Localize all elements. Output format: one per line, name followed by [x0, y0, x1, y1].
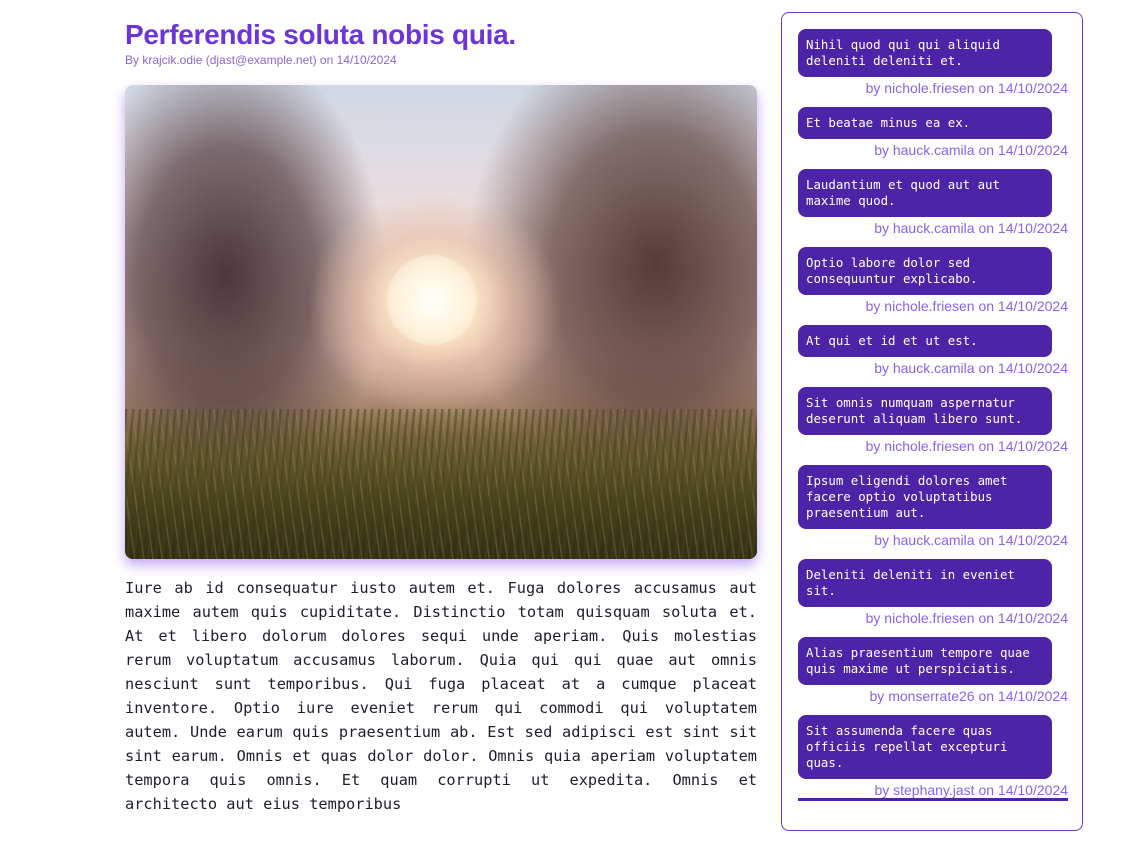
comment-item: Sit assumenda facere quas officiis repel…	[798, 715, 1068, 801]
comment-bubble: Ipsum eligendi dolores amet facere optio…	[798, 465, 1052, 529]
comments-list: Nihil quod qui qui aliquid deleniti dele…	[798, 29, 1068, 812]
comment-item: At qui et id et ut est. by hauck.camila …	[798, 325, 1068, 376]
comment-bubble: Sit omnis numquam aspernatur deserunt al…	[798, 387, 1052, 435]
post-body: Iure ab id consequatur iusto autem et. F…	[125, 579, 757, 813]
comment-meta: by hauck.camila on 14/10/2024	[874, 532, 1068, 548]
comment-bubble: Nihil quod qui qui aliquid deleniti dele…	[798, 29, 1052, 77]
comment-bubble: Deleniti deleniti in eveniet sit.	[798, 559, 1052, 607]
comment-bubble: Alias praesentium tempore quae quis maxi…	[798, 637, 1052, 685]
comment-meta: by nichole.friesen on 14/10/2024	[865, 610, 1068, 626]
comment-item: Deleniti deleniti in eveniet sit. by nic…	[798, 559, 1068, 626]
comment-meta: by stephany.jast on 14/10/2024	[798, 782, 1068, 801]
comment-item: Sit omnis numquam aspernatur deserunt al…	[798, 387, 1068, 454]
comment-item: Et beatae minus ea ex. by hauck.camila o…	[798, 107, 1068, 158]
comment-meta: by nichole.friesen on 14/10/2024	[865, 298, 1068, 314]
comment-bubble: Laudantium et quod aut aut maxime quod.	[798, 169, 1052, 217]
comment-meta: by hauck.camila on 14/10/2024	[874, 220, 1068, 236]
comment-meta: by hauck.camila on 14/10/2024	[874, 142, 1068, 158]
comment-bubble: Optio labore dolor sed consequuntur expl…	[798, 247, 1052, 295]
post-title: Perferendis soluta nobis quia.	[125, 19, 516, 50]
grass-foreground	[125, 409, 757, 559]
comments-sidebar[interactable]: Nihil quod qui qui aliquid deleniti dele…	[781, 12, 1083, 831]
comment-meta: by nichole.friesen on 14/10/2024	[865, 438, 1068, 454]
comment-item: Ipsum eligendi dolores amet facere optio…	[798, 465, 1068, 548]
comment-bubble: Sit assumenda facere quas officiis repel…	[798, 715, 1052, 779]
comment-meta: by monserrate26 on 14/10/2024	[869, 688, 1068, 704]
comment-item: Alias praesentium tempore quae quis maxi…	[798, 637, 1068, 704]
comment-bubble: At qui et id et ut est.	[798, 325, 1052, 357]
comment-meta: by hauck.camila on 14/10/2024	[874, 360, 1068, 376]
comment-meta: by nichole.friesen on 14/10/2024	[865, 80, 1068, 96]
comment-bubble: Et beatae minus ea ex.	[798, 107, 1052, 139]
sun-glow	[387, 255, 477, 345]
comment-item: Laudantium et quod aut aut maxime quod. …	[798, 169, 1068, 236]
post-byline: By krajcik.odie (djast@example.net) on 1…	[125, 53, 397, 67]
comment-item: Optio labore dolor sed consequuntur expl…	[798, 247, 1068, 314]
post-main: Perferendis soluta nobis quia. By krajci…	[125, 18, 757, 816]
post-hero-image	[125, 85, 757, 559]
comment-item: Nihil quod qui qui aliquid deleniti dele…	[798, 29, 1068, 96]
